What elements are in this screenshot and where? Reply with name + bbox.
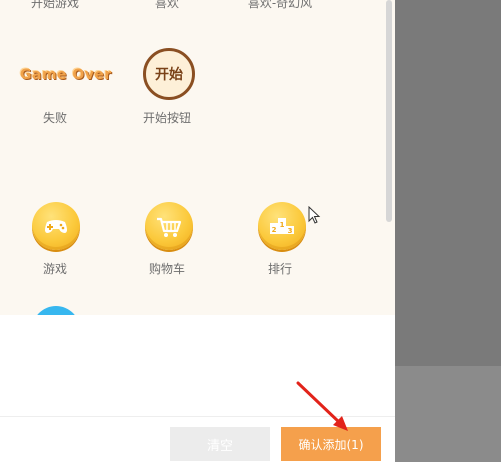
rank-number-3: 3 — [288, 227, 293, 235]
icon-label-ranking: 排行 — [267, 262, 292, 276]
start-button-icon: 开始 — [143, 48, 195, 100]
podium-icon: 2 1 3 — [270, 218, 294, 235]
gamepad-icon — [45, 220, 67, 233]
rank-number-2: 2 — [272, 226, 277, 234]
grid-scrollbar[interactable] — [386, 0, 392, 222]
icon-label-game: 游戏 — [42, 262, 67, 276]
rank-number-1: 1 — [280, 221, 285, 229]
icon-label-like-fantasy: 喜欢-奇幻风 — [247, 0, 313, 10]
blue-item-partial[interactable] — [32, 306, 80, 315]
game-over-item[interactable]: Game Over — [20, 64, 112, 83]
icon-label-start-game: 开始游戏 — [30, 0, 79, 10]
cart-icon — [157, 217, 182, 237]
icon-grid: 开始游戏 喜欢 喜欢-奇幻风 Game Over 失败 开始 开始按钮 游戏 购… — [0, 0, 395, 315]
icon-label-like: 喜欢 — [154, 0, 179, 10]
game-over-logo: Game Over — [20, 67, 112, 83]
shopping-cart-item[interactable] — [145, 202, 193, 250]
icon-picker-panel: 开始游戏 喜欢 喜欢-奇幻风 Game Over 失败 开始 开始按钮 游戏 购… — [0, 0, 395, 462]
game-item[interactable] — [32, 202, 80, 250]
start-button-item[interactable]: 开始 — [143, 48, 195, 100]
overlay-backdrop — [395, 366, 501, 462]
footer-divider — [0, 416, 395, 417]
icon-label-start-button: 开始按钮 — [142, 111, 191, 125]
clear-button[interactable]: 清空 — [170, 427, 270, 461]
icon-label-fail: 失败 — [42, 111, 67, 125]
confirm-add-button[interactable]: 确认添加(1) — [281, 427, 381, 461]
icon-label-cart: 购物车 — [148, 262, 185, 276]
ranking-item[interactable]: 2 1 3 — [258, 202, 306, 250]
mouse-cursor-icon — [308, 206, 321, 224]
